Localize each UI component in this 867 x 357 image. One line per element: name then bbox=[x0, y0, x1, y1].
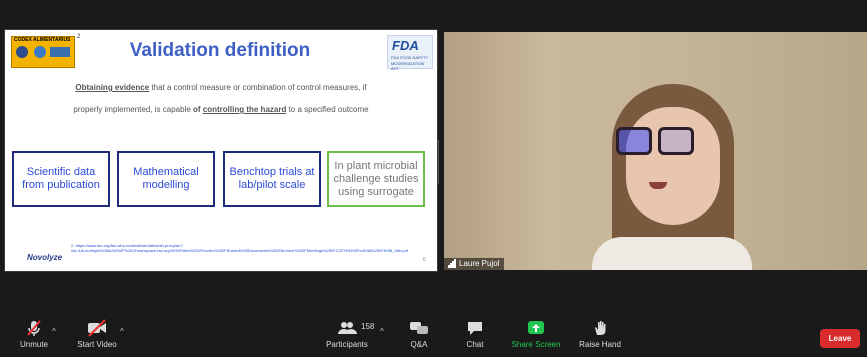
method-box-benchtop-trials: Benchtop trials at lab/pilot scale bbox=[223, 151, 321, 207]
method-box-scientific-data: Scientific data from publication bbox=[12, 151, 110, 207]
meeting-toolbar: Unmute ^ Start Video ^ 158 Participants … bbox=[0, 312, 867, 357]
video-options-chevron-icon[interactable]: ^ bbox=[120, 327, 124, 336]
split-view-divider[interactable] bbox=[438, 140, 441, 184]
raise-hand-button[interactable]: Raise Hand bbox=[577, 319, 623, 349]
participants-options-chevron-icon[interactable]: ^ bbox=[380, 327, 384, 336]
qa-button[interactable]: Q&A bbox=[405, 319, 433, 349]
participants-icon: 158 bbox=[323, 319, 375, 337]
participant-video[interactable]: Laure Pujol bbox=[444, 32, 867, 270]
reference-link[interactable]: 2. https://www.fao.org/fao-who-codexalim… bbox=[71, 243, 408, 253]
start-video-button[interactable]: Start Video bbox=[76, 319, 118, 349]
slide-title: Validation definition bbox=[129, 40, 311, 61]
share-screen-button[interactable]: Share Screen bbox=[508, 319, 564, 349]
slide-page-number: 6 bbox=[423, 257, 426, 263]
signal-strength-icon bbox=[448, 259, 456, 268]
chat-icon bbox=[462, 319, 488, 337]
video-off-icon bbox=[76, 319, 118, 337]
fda-logo: FDA FDA FOOD SAFETY MODERNIZATION ACT bbox=[387, 35, 433, 71]
unmute-button[interactable]: Unmute bbox=[12, 319, 56, 349]
raise-hand-icon bbox=[577, 319, 623, 337]
participants-count: 158 bbox=[361, 322, 375, 331]
audio-options-chevron-icon[interactable]: ^ bbox=[52, 327, 56, 336]
novolyze-logo: Novolyze bbox=[27, 253, 63, 262]
method-box-in-plant-challenge: In plant microbial challenge studies usi… bbox=[327, 151, 425, 207]
participant-name-tag: Laure Pujol bbox=[444, 258, 505, 270]
participants-button[interactable]: 158 Participants bbox=[323, 319, 375, 349]
definition-line-2: properly implemented, is capable of cont… bbox=[73, 105, 369, 114]
shared-slide: CODEX ALIMENTARIUS 2 Validation definiti… bbox=[4, 29, 438, 272]
method-box-mathematical-modelling: Mathematical modelling bbox=[117, 151, 215, 207]
definition-line-1: Obtaining evidence that a control measur… bbox=[75, 83, 367, 92]
qa-icon bbox=[405, 319, 433, 337]
leave-button[interactable]: Leave bbox=[820, 329, 860, 348]
chat-button[interactable]: Chat bbox=[462, 319, 488, 349]
muted-microphone-icon bbox=[12, 319, 56, 337]
share-screen-icon bbox=[508, 319, 564, 337]
